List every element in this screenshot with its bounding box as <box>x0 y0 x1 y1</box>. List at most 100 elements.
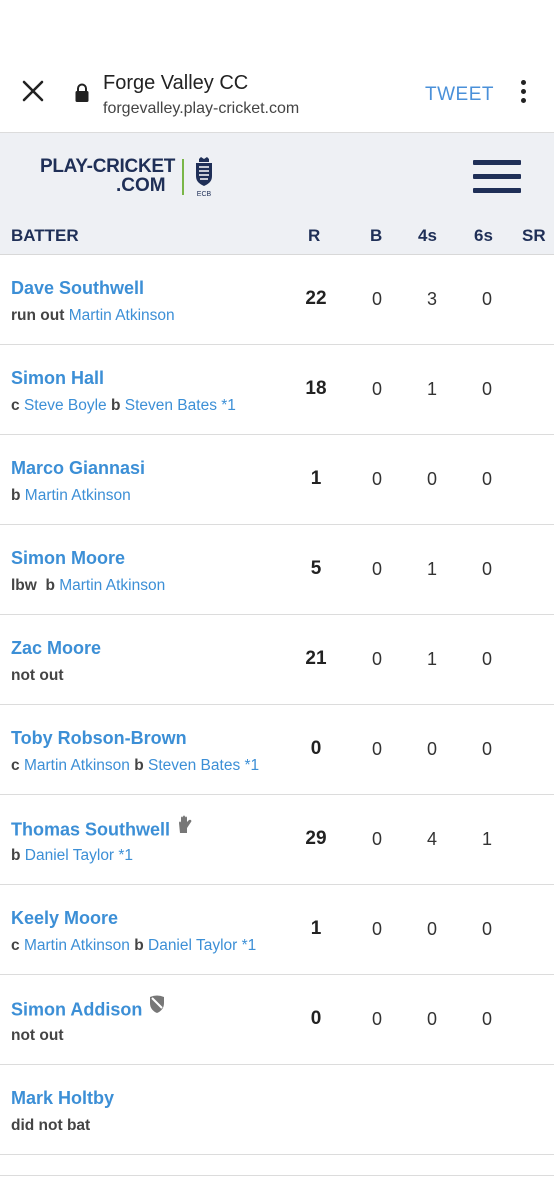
dismissal-text: c <box>11 937 24 954</box>
batter-row: Toby Robson-Brown c Martin Atkinson b Ste… <box>0 705 554 795</box>
sixes-value: 1 <box>481 829 492 849</box>
player-link[interactable]: Daniel Taylor *1 <box>148 937 256 954</box>
sixes-value: 0 <box>481 649 492 669</box>
balls-value: 0 <box>371 739 382 759</box>
balls-value: 0 <box>371 829 382 849</box>
balls-value: 0 <box>371 469 382 489</box>
batter-name[interactable]: Marco Giannasi <box>11 458 145 478</box>
batter-name-link[interactable]: Thomas Southwell <box>11 815 194 843</box>
dismissal-text: lbw b <box>11 577 60 594</box>
fours-value: 4 <box>426 829 437 849</box>
scorecard-header-row: BATTER R B 4s 6s SR <box>0 218 554 255</box>
player-link[interactable]: Steven Bates *1 <box>148 757 259 774</box>
site-header: PLAY-CRICKET .COM ECB <box>0 133 554 218</box>
batter-name-link[interactable]: Zac Moore <box>11 638 101 659</box>
col-balls: B <box>370 226 383 245</box>
dismissal: did not bat <box>11 1117 90 1135</box>
batter-name-link[interactable]: Marco Giannasi <box>11 458 145 479</box>
fours-value: 1 <box>426 379 437 399</box>
wicket-keeper-glove-icon <box>176 814 194 839</box>
batter-name[interactable]: Keely Moore <box>11 908 118 928</box>
batter-name[interactable]: Mark Holtby <box>11 1088 114 1108</box>
batter-name[interactable]: Toby Robson-Brown <box>11 728 187 748</box>
logo-divider <box>182 159 184 195</box>
batter-name-link[interactable]: Simon Moore <box>11 548 125 569</box>
batter-name-link[interactable]: Keely Moore <box>11 908 118 929</box>
player-link[interactable]: Martin Atkinson <box>24 937 130 954</box>
balls-value: 0 <box>371 289 382 309</box>
dismissal-text: not out <box>11 667 64 684</box>
batter-name-link[interactable]: Mark Holtby <box>11 1088 114 1109</box>
dismissal-text: b <box>129 937 148 954</box>
runs-value: 18 <box>305 378 327 399</box>
player-link[interactable]: Martin Atkinson <box>25 487 131 504</box>
col-strike-rate: SR <box>522 226 546 245</box>
captain-shield-icon <box>148 994 166 1019</box>
dismissal-text: run out <box>11 307 69 324</box>
runs-value: 21 <box>305 648 327 669</box>
balls-value: 0 <box>371 919 382 939</box>
browser-toolbar: Forge Valley CC forgevalley.play-cricket… <box>0 50 554 133</box>
player-link[interactable]: Martin Atkinson <box>24 757 130 774</box>
dismissal: run out Martin Atkinson <box>11 307 175 325</box>
dismissal-text: b <box>129 757 148 774</box>
sixes-value: 0 <box>481 739 492 759</box>
player-link[interactable]: Steven Bates *1 <box>125 397 236 414</box>
fours-value: 0 <box>426 1009 437 1029</box>
batter-name-link[interactable]: Toby Robson-Brown <box>11 728 187 749</box>
more-options-icon[interactable] <box>516 80 530 106</box>
menu-icon[interactable] <box>473 160 521 194</box>
dismissal-text: b <box>11 487 25 504</box>
batter-name-link[interactable]: Simon Hall <box>11 368 104 389</box>
batter-name[interactable]: Simon Addison <box>11 999 142 1019</box>
sixes-value: 0 <box>481 469 492 489</box>
fours-value: 3 <box>426 289 437 309</box>
batter-row: Dave Southwell run out Martin Atkinson 22 0… <box>0 255 554 345</box>
batter-row: Simon Hall c Steve Boyle b Steven Bates *… <box>0 345 554 435</box>
fours-value: 1 <box>426 559 437 579</box>
page-title: Forge Valley CC <box>103 72 249 94</box>
batter-name-link[interactable]: Dave Southwell <box>11 278 144 299</box>
batter-name-link[interactable]: Simon Addison <box>11 995 166 1023</box>
dismissal-text: b <box>11 847 25 864</box>
play-cricket-logo-suffix[interactable]: .COM <box>116 176 166 195</box>
sixes-value: 0 <box>481 559 492 579</box>
player-link[interactable]: Martin Atkinson <box>69 307 175 324</box>
runs-value: 5 <box>310 558 322 579</box>
dismissal-text: not out <box>11 1027 64 1044</box>
runs-value: 0 <box>310 738 322 759</box>
dismissal-text: c <box>11 757 24 774</box>
batter-name[interactable]: Simon Moore <box>11 548 125 568</box>
sixes-value: 0 <box>481 379 492 399</box>
balls-value: 0 <box>371 649 382 669</box>
close-icon[interactable] <box>20 78 46 104</box>
balls-value: 0 <box>371 379 382 399</box>
dismissal: c Martin Atkinson b Daniel Taylor *1 <box>11 937 256 955</box>
col-sixes: 6s <box>474 226 493 245</box>
dismissal-text: did not bat <box>11 1117 91 1134</box>
col-batter: BATTER <box>11 226 79 245</box>
dismissal: not out <box>11 667 64 685</box>
col-runs: R <box>308 226 321 245</box>
ecb-crest-icon: ECB <box>196 157 212 198</box>
batter-name[interactable]: Dave Southwell <box>11 278 144 298</box>
player-link[interactable]: Steve Boyle <box>24 397 107 414</box>
page-url[interactable]: forgevalley.play-cricket.com <box>103 100 299 118</box>
balls-value: 0 <box>371 559 382 579</box>
fours-value: 1 <box>426 649 437 669</box>
batter-name[interactable]: Zac Moore <box>11 638 101 658</box>
batter-row: Thomas Southwell b Daniel Taylor *1 29 0 4 1 <box>0 795 554 885</box>
dismissal-text: c <box>11 397 24 414</box>
sixes-value: 0 <box>481 289 492 309</box>
batter-name[interactable]: Thomas Southwell <box>11 819 170 839</box>
batter-name[interactable]: Simon Hall <box>11 368 104 388</box>
fours-value: 0 <box>426 739 437 759</box>
balls-value: 0 <box>371 1009 382 1029</box>
dismissal: c Steve Boyle b Steven Bates *1 <box>11 397 236 415</box>
player-link[interactable]: Martin Atkinson <box>59 577 165 594</box>
play-cricket-logo[interactable]: PLAY-CRICKET <box>40 157 175 176</box>
tweet-button[interactable]: TWEET <box>425 84 494 106</box>
player-link[interactable]: Daniel Taylor *1 <box>25 847 133 864</box>
fours-value: 0 <box>426 469 437 489</box>
status-bar <box>0 0 554 50</box>
